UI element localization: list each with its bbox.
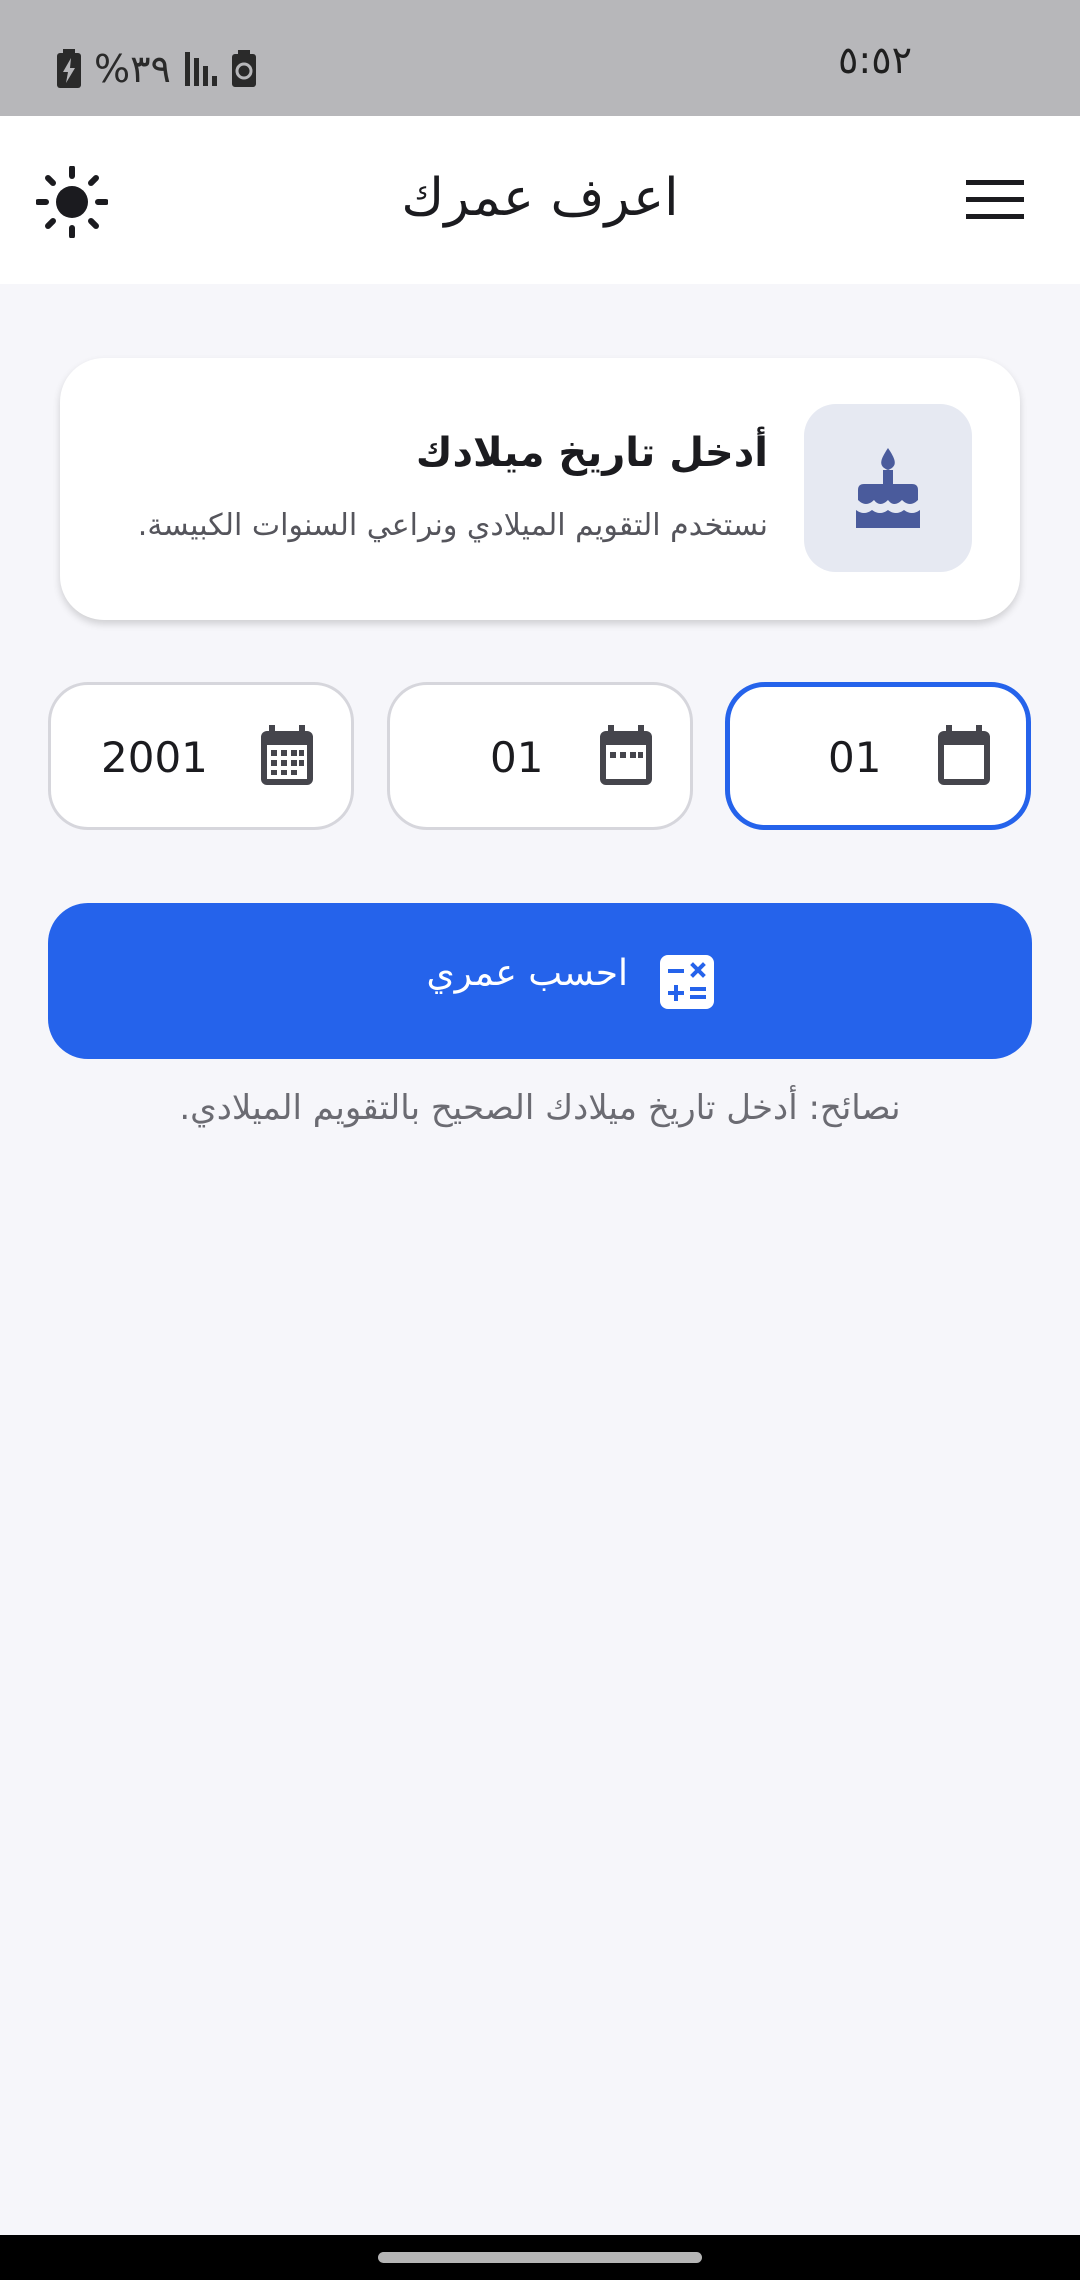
battery-charging-icon bbox=[57, 49, 81, 88]
system-navigation-bar bbox=[0, 2235, 1080, 2280]
month-value: 01 bbox=[490, 733, 544, 782]
month-field[interactable]: 01 bbox=[387, 682, 693, 830]
signal-icon bbox=[184, 52, 217, 86]
status-indicators: %٣٩ bbox=[56, 44, 257, 94]
cake-icon-tile bbox=[804, 404, 972, 572]
year-value: 2001 bbox=[101, 733, 208, 782]
calendar-month-icon bbox=[600, 725, 652, 785]
calculate-age-button[interactable]: احسب عمري bbox=[48, 903, 1032, 1059]
menu-icon bbox=[966, 180, 1024, 219]
calculator-icon bbox=[660, 955, 714, 1009]
card-subtitle: نستخدم التقويم الميلادي ونراعي السنوات ا… bbox=[137, 508, 768, 543]
status-bar: %٣٩ ٥:٥٢ bbox=[0, 0, 1080, 116]
tips-text: نصائح: أدخل تاريخ ميلادك الصحيح بالتقويم… bbox=[179, 1088, 901, 1128]
theme-toggle-button[interactable] bbox=[35, 165, 109, 239]
page-title: اعرف عمرك bbox=[401, 168, 679, 228]
day-value: 01 bbox=[828, 733, 882, 782]
home-gesture-handle[interactable] bbox=[378, 2252, 702, 2263]
card-heading: أدخل تاريخ ميلادك bbox=[415, 430, 768, 476]
menu-button[interactable] bbox=[966, 178, 1024, 222]
day-field[interactable]: 01 bbox=[725, 682, 1031, 830]
app-bar: اعرف عمرك bbox=[0, 116, 1080, 284]
info-card: أدخل تاريخ ميلادك نستخدم التقويم الميلاد… bbox=[60, 358, 1020, 620]
cake-icon bbox=[856, 448, 920, 528]
calendar-year-icon bbox=[261, 725, 313, 785]
battery-percentage: %٣٩ bbox=[94, 47, 171, 91]
calculate-button-label: احسب عمري bbox=[426, 953, 629, 994]
calendar-day-icon bbox=[938, 725, 990, 785]
status-time: ٥:٥٢ bbox=[838, 38, 913, 82]
year-field[interactable]: 2001 bbox=[48, 682, 354, 830]
sun-icon bbox=[35, 165, 109, 239]
recycle-icon bbox=[231, 50, 256, 87]
